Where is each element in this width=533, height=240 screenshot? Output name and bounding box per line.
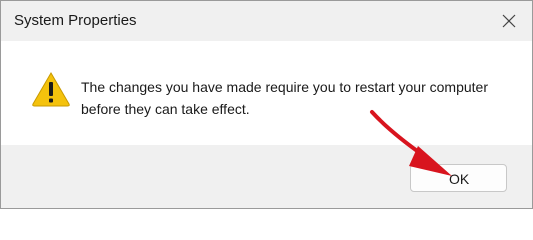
- window-title: System Properties: [14, 12, 137, 29]
- ok-button[interactable]: OK: [410, 164, 507, 192]
- dialog-footer: OK: [1, 145, 532, 208]
- title-bar: System Properties: [1, 1, 532, 41]
- dialog-body: The changes you have made require you to…: [1, 41, 532, 145]
- close-button[interactable]: [486, 1, 532, 41]
- message-line-2: before they can take effect.: [81, 101, 250, 117]
- restart-message: The changes you have made require you to…: [81, 76, 521, 120]
- ok-button-label: OK: [449, 171, 470, 187]
- warning-icon: [32, 72, 70, 107]
- system-properties-dialog: System Properties The changes you have m…: [0, 0, 533, 209]
- close-icon: [502, 14, 516, 28]
- message-line-1: The changes you have made require you to…: [81, 79, 488, 95]
